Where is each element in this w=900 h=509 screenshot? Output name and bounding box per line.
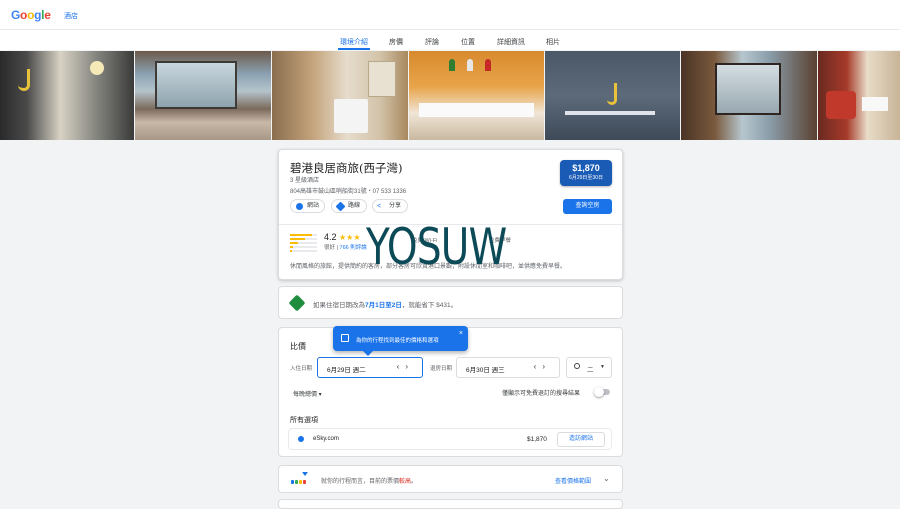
photo-lobby[interactable] [0, 51, 134, 140]
chevron-down-icon[interactable]: ⌄ [603, 474, 610, 483]
visit-site-button[interactable]: 造訪網站 [557, 432, 605, 447]
price-insight-card[interactable]: 就你的行程而言，目前的票價較高。 查看價格範圍 ⌄ [278, 465, 623, 493]
directions-icon [335, 201, 346, 212]
website-chip[interactable]: 網站 [290, 199, 325, 213]
guests-count: 二 [587, 367, 594, 374]
price-insight-text: 就你的行程而言，目前的票價較高。 [321, 479, 418, 485]
checkin-date-value: 6月29日 週二 [327, 367, 366, 374]
checkin-label: 入住日期 [290, 366, 313, 372]
price-badge[interactable]: $1,870 6月29日至30日 [560, 160, 612, 186]
provider-logo-icon [298, 436, 304, 442]
close-icon[interactable]: × [459, 330, 463, 337]
tab-overview[interactable]: 環境介紹 [338, 37, 370, 50]
photo-room-window[interactable] [681, 51, 817, 140]
share-icon: < [377, 203, 382, 210]
review-count-link[interactable]: 766 則評論 [340, 245, 367, 251]
directions-chip[interactable]: 路線 [331, 199, 367, 213]
price-dates: 6月29日至30日 [569, 175, 603, 181]
price-tag-icon [288, 294, 306, 312]
offer-price: $1,870 [527, 436, 547, 443]
trip-tooltip: 為你的行程找到最佳的價格和選項 × [333, 326, 468, 356]
date-deal-card[interactable]: 如果住宿日期改為7月1日至2日，就能省下 $431。 [278, 286, 623, 319]
hotel-name: 碧港良居商旅(西子灣) [290, 161, 403, 175]
checkout-date-arrows[interactable]: ‹› [534, 362, 551, 371]
person-icon [574, 363, 580, 369]
checkout-label: 退房日期 [430, 366, 453, 372]
review-summary: 很好 | 766 則評論 [324, 245, 367, 251]
rating-distribution [290, 234, 317, 254]
tab-location[interactable]: 位置 [461, 37, 475, 47]
photo-breakfast-area[interactable] [409, 51, 544, 140]
all-options-heading: 所有選項 [290, 417, 318, 424]
tab-prices[interactable]: 房價 [389, 37, 403, 47]
hotels-link[interactable]: 酒店 [64, 11, 78, 21]
next-card [278, 499, 623, 509]
review-label: 很好 [324, 245, 336, 251]
price-level: 較高 [399, 479, 412, 485]
deal-text: 如果住宿日期改為7月1日至2日，就能省下 $431。 [313, 302, 458, 309]
calendar-icon [341, 334, 349, 342]
website-chip-label: 網站 [307, 203, 320, 209]
photo-room-view[interactable] [135, 51, 271, 140]
price-insight-icon [291, 472, 308, 484]
share-chip-label: 分享 [389, 203, 402, 209]
directions-chip-label: 路線 [348, 203, 361, 209]
compare-title: 比價 [290, 342, 306, 351]
rating-stars: ★★★ [339, 233, 361, 242]
watermark-text: YOSUW [366, 218, 507, 276]
free-cancel-toggle[interactable] [594, 387, 610, 397]
dropdown-arrow-icon: ▼ [600, 364, 605, 370]
photo-lounge[interactable] [818, 51, 900, 140]
checkout-date-value: 6月30日 週三 [466, 367, 505, 374]
view-price-range-link[interactable]: 查看價格範圍 [555, 476, 591, 485]
photo-bathroom[interactable] [272, 51, 408, 140]
offer-row[interactable]: eSky.com $1,870 造訪網站 [288, 428, 612, 450]
photo-sign[interactable] [545, 51, 680, 140]
photo-strip[interactable] [0, 51, 900, 140]
price-value: $1,870 [572, 163, 600, 173]
hotel-class: 3 星級酒店 [290, 178, 320, 184]
hotel-address: 804高雄市鼓山區哨船街31號・07 533 1336 [290, 189, 407, 195]
rating-score: 4.2 [324, 232, 337, 242]
checkout-date-field[interactable]: 6月30日 週三 ‹› [456, 357, 560, 378]
provider-name: eSky.com [313, 436, 339, 442]
tab-reviews[interactable]: 評論 [425, 37, 439, 47]
section-tabs: 環境介紹 房價 評論 位置 詳細資訊 相片 [0, 30, 900, 50]
globe-icon [296, 203, 303, 210]
tooltip-text: 為你的行程找到最佳的價格和選項 [356, 338, 439, 344]
google-logo[interactable]: Google [11, 8, 51, 22]
check-availability-button[interactable]: 查詢空房 [563, 199, 612, 214]
deal-dates[interactable]: 7月1日至2日 [365, 302, 402, 309]
checkin-date-arrows[interactable]: ‹› [397, 362, 414, 371]
share-chip[interactable]: < 分享 [372, 199, 408, 213]
top-bar: Google 酒店 [0, 0, 900, 30]
free-cancel-label: 僅顯示可免費退訂的搜尋結果 [502, 391, 581, 397]
guests-selector[interactable]: 二 ▼ [566, 357, 612, 378]
tab-details[interactable]: 詳細資訊 [497, 37, 525, 47]
nightly-total-dropdown[interactable]: 每晚總價 ▾ [293, 389, 322, 398]
checkin-date-field[interactable]: 6月29日 週二 ‹› [317, 357, 423, 378]
tab-photos[interactable]: 相片 [546, 37, 560, 47]
